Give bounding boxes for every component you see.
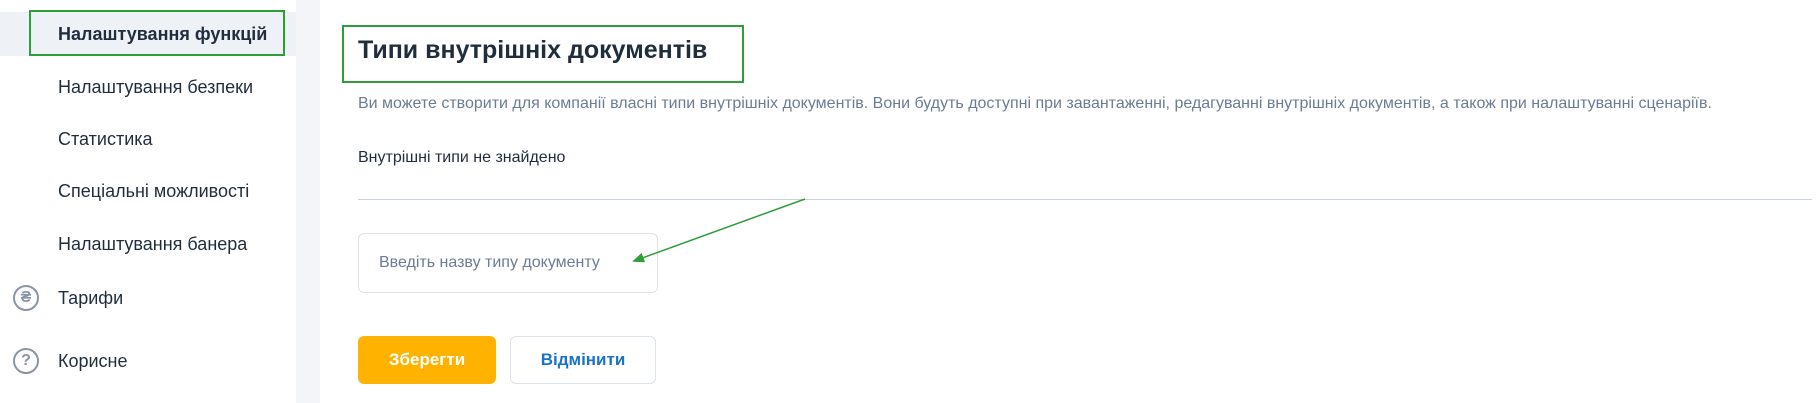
- page-title: Типи внутрішніх документів: [358, 36, 708, 64]
- hryvnia-circle-icon: ₴: [13, 285, 39, 311]
- sidebar-item-label: Налаштування безпеки: [58, 76, 254, 97]
- sidebar-item-label: Налаштування банера: [58, 233, 248, 254]
- sidebar-item-banner-settings[interactable]: Налаштування банера: [0, 222, 296, 266]
- app-window: Налаштування функцій Налаштування безпек…: [0, 0, 1816, 403]
- save-button[interactable]: Зберегти: [358, 336, 496, 384]
- sidebar-item-useful[interactable]: ? Корисне: [0, 339, 296, 383]
- question-circle-icon: ?: [13, 348, 39, 374]
- sidebar-item-security-settings[interactable]: Налаштування безпеки: [0, 65, 296, 109]
- divider: [358, 199, 1812, 200]
- sidebar-item-label: Корисне: [58, 350, 128, 371]
- page-description: Ви можете створити для компанії власні т…: [358, 95, 1712, 112]
- sidebar: Налаштування функцій Налаштування безпек…: [0, 0, 296, 403]
- sidebar-item-label: Тарифи: [58, 287, 124, 308]
- cancel-button[interactable]: Відмінити: [510, 336, 656, 384]
- sidebar-item-label: Статистика: [58, 128, 153, 149]
- sidebar-separator: [296, 0, 320, 403]
- empty-state-message: Внутрішні типи не знайдено: [358, 149, 566, 166]
- document-type-name-input[interactable]: [358, 233, 658, 293]
- sidebar-item-label: Налаштування функцій: [58, 23, 268, 44]
- sidebar-item-accessibility[interactable]: Спеціальні можливості: [0, 169, 296, 213]
- sidebar-item-statistics[interactable]: Статистика: [0, 117, 296, 161]
- sidebar-item-feature-settings[interactable]: Налаштування функцій: [0, 12, 296, 56]
- main-content: Типи внутрішніх документів Ви можете ств…: [320, 0, 1816, 403]
- sidebar-item-label: Спеціальні можливості: [58, 180, 250, 201]
- sidebar-item-tariffs[interactable]: ₴ Тарифи: [0, 276, 296, 320]
